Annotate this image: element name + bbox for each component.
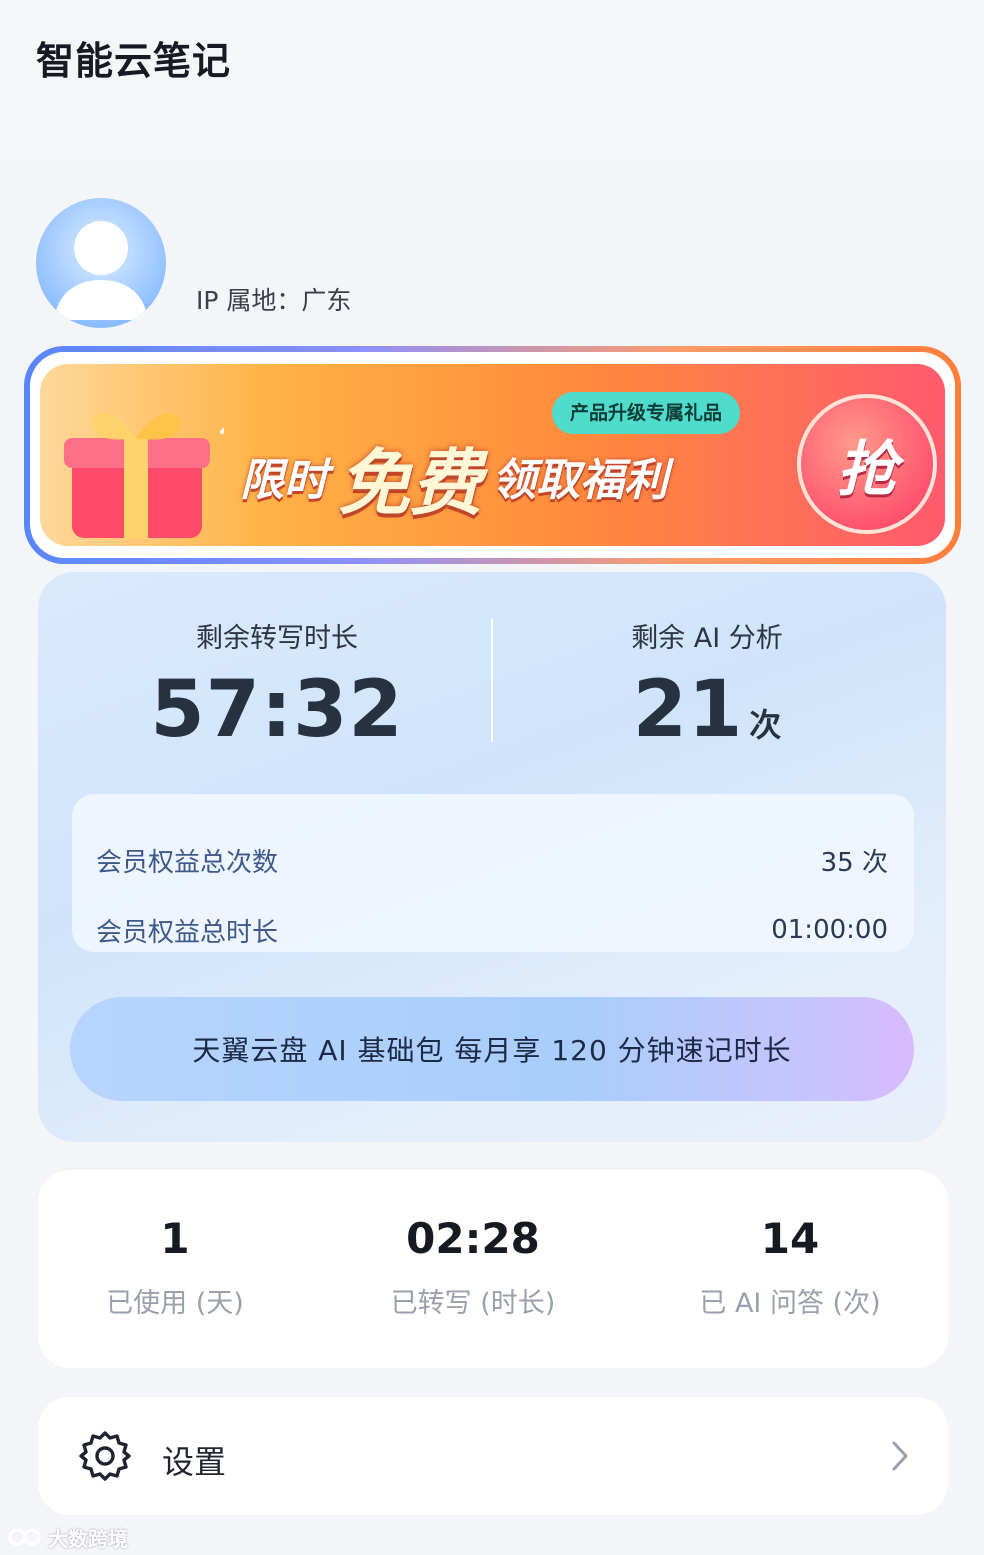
- benefit-value: 01:00:00: [771, 915, 888, 945]
- membership-stats-card: 剩余转写时长 57:32 剩余 AI 分析 21 次 会员权益总次数 35 次 会…: [38, 572, 946, 1142]
- usage-days: 1 已使用 (天): [64, 1214, 286, 1320]
- gift-box-icon: [64, 412, 224, 538]
- remaining-transcribe-label: 剩余转写时长: [196, 623, 358, 654]
- usage-card: 1 已使用 (天) 02:28 已转写 (时长) 14 已 AI 问答 (次): [38, 1170, 948, 1368]
- remaining-ai-unit: 次: [749, 706, 782, 744]
- promo-title-prefix: 限时: [240, 455, 328, 506]
- benefit-summary: 会员权益总次数 35 次 会员权益总时长 01:00:00: [72, 794, 914, 952]
- remaining-ai-label: 剩余 AI 分析: [631, 623, 783, 654]
- benefit-row: 会员权益总次数 35 次: [96, 840, 888, 880]
- page-title: 智能云笔记: [36, 39, 232, 83]
- gear-icon: [79, 1431, 131, 1481]
- ip-location: IP 属地：广东: [196, 286, 352, 315]
- promo-banner-inner: 产品升级专属礼品 限时 免费 领取福利 抢: [30, 352, 955, 558]
- avatar[interactable]: [36, 198, 166, 328]
- chevron-right-icon: [892, 1441, 908, 1471]
- usage-value: 1: [160, 1214, 190, 1263]
- remaining-transcribe-value: 57:32: [150, 665, 404, 755]
- promo-banner-body: 产品升级专属礼品 限时 免费 领取福利 抢: [40, 364, 945, 546]
- watermark: 大数跨境: [8, 1520, 128, 1554]
- remaining-ai-value: 21: [632, 665, 744, 755]
- user-avatar-icon: [54, 221, 148, 320]
- remaining-ai-analysis: 剩余 AI 分析 21 次: [492, 616, 922, 755]
- benefit-label: 会员权益总次数: [96, 847, 279, 878]
- usage-transcribed: 02:28 已转写 (时长): [362, 1214, 584, 1320]
- remaining-transcribe: 剩余转写时长 57:32: [62, 616, 492, 755]
- promo-banner[interactable]: 产品升级专属礼品 限时 免费 领取福利 抢: [24, 346, 961, 564]
- usage-value: 14: [760, 1214, 820, 1263]
- promo-title-suffix: 领取福利: [492, 455, 669, 506]
- settings-row[interactable]: 设置: [38, 1397, 948, 1515]
- settings-label: 设置: [162, 1443, 227, 1481]
- usage-ai-qa: 14 已 AI 问答 (次): [670, 1214, 910, 1320]
- plan-info-button[interactable]: 天翼云盘 AI 基础包 每月享 120 分钟速记时长: [70, 997, 914, 1101]
- usage-label: 已转写 (时长): [390, 1288, 556, 1319]
- promo-title-highlight: 免费: [338, 440, 483, 525]
- promo-title: 限时 免费 领取福利: [240, 426, 668, 526]
- benefit-value: 35 次: [820, 847, 888, 878]
- usage-label: 已 AI 问答 (次): [699, 1288, 881, 1319]
- benefit-row: 会员权益总时长 01:00:00: [96, 910, 888, 950]
- grab-button[interactable]: 抢: [797, 394, 937, 534]
- benefit-label: 会员权益总时长: [96, 917, 279, 948]
- app-header: 智能云笔记: [0, 0, 984, 165]
- watermark-logo-icon: [8, 1528, 41, 1546]
- usage-value: 02:28: [406, 1214, 540, 1263]
- watermark-text: 大数跨境: [48, 1526, 128, 1551]
- usage-label: 已使用 (天): [106, 1288, 244, 1319]
- app-page: 智能云笔记 IP 属地：广东 产品升级专属礼品 限时 免费 领取福利 抢 剩余转…: [0, 0, 984, 1555]
